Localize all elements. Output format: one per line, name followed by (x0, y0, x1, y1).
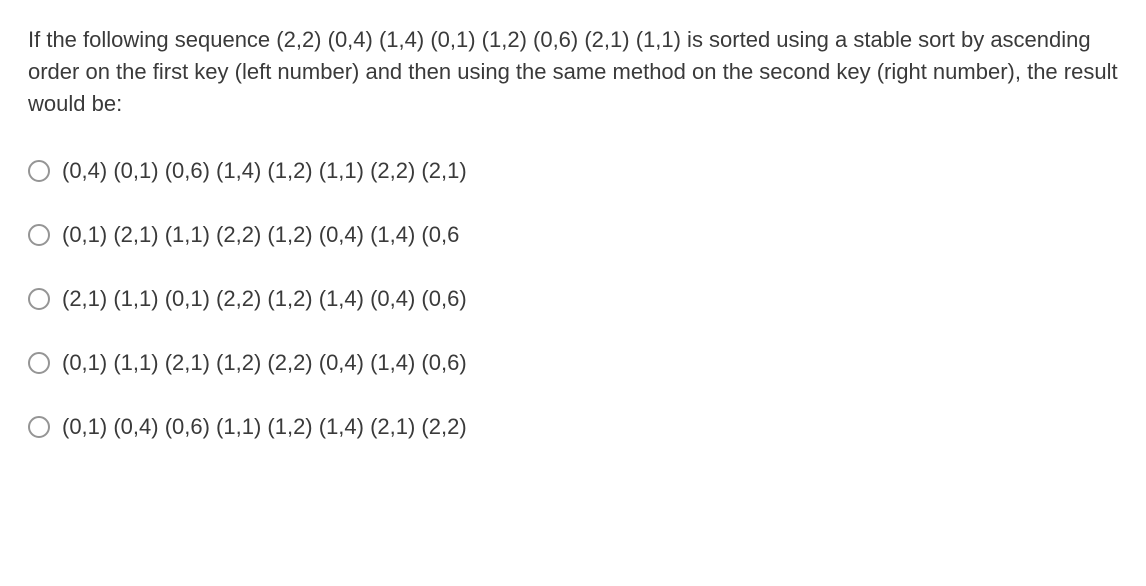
question-text: If the following sequence (2,2) (0,4) (1… (28, 24, 1118, 120)
radio-icon[interactable] (28, 160, 50, 182)
option-label: (0,1) (1,1) (2,1) (1,2) (2,2) (0,4) (1,4… (62, 350, 467, 376)
option-1[interactable]: (0,4) (0,1) (0,6) (1,4) (1,2) (1,1) (2,2… (28, 158, 1118, 184)
option-2[interactable]: (0,1) (2,1) (1,1) (2,2) (1,2) (0,4) (1,4… (28, 222, 1118, 248)
radio-icon[interactable] (28, 352, 50, 374)
option-5[interactable]: (0,1) (0,4) (0,6) (1,1) (1,2) (1,4) (2,1… (28, 414, 1118, 440)
option-3[interactable]: (2,1) (1,1) (0,1) (2,2) (1,2) (1,4) (0,4… (28, 286, 1118, 312)
radio-icon[interactable] (28, 224, 50, 246)
option-label: (2,1) (1,1) (0,1) (2,2) (1,2) (1,4) (0,4… (62, 286, 467, 312)
radio-icon[interactable] (28, 288, 50, 310)
options-list: (0,4) (0,1) (0,6) (1,4) (1,2) (1,1) (2,2… (28, 158, 1118, 440)
option-label: (0,1) (2,1) (1,1) (2,2) (1,2) (0,4) (1,4… (62, 222, 459, 248)
option-label: (0,1) (0,4) (0,6) (1,1) (1,2) (1,4) (2,1… (62, 414, 467, 440)
radio-icon[interactable] (28, 416, 50, 438)
option-label: (0,4) (0,1) (0,6) (1,4) (1,2) (1,1) (2,2… (62, 158, 467, 184)
option-4[interactable]: (0,1) (1,1) (2,1) (1,2) (2,2) (0,4) (1,4… (28, 350, 1118, 376)
